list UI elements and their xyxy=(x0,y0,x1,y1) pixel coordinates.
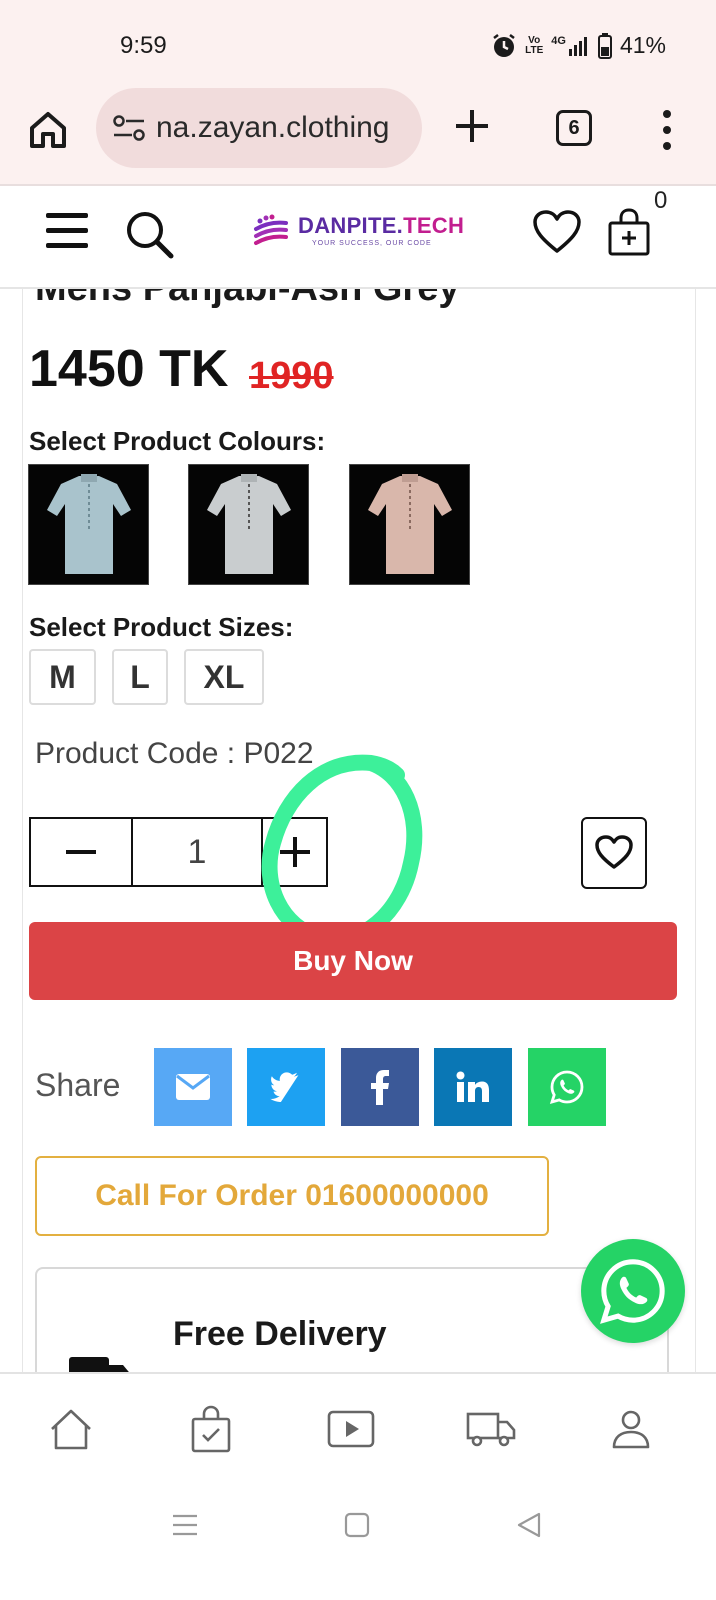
hamburger-menu-icon[interactable] xyxy=(46,211,90,251)
shopping-bag-icon xyxy=(191,1405,231,1453)
share-facebook-button[interactable] xyxy=(341,1048,419,1126)
product-details: Mens Panjabi-Ash Grey 1450 TK 1990 Selec… xyxy=(22,289,696,1399)
cart-count-badge: 0 xyxy=(654,187,668,214)
add-to-wishlist-button[interactable] xyxy=(581,817,647,889)
back-icon[interactable] xyxy=(514,1510,544,1540)
bottom-navigation xyxy=(0,1372,716,1488)
whatsapp-icon xyxy=(549,1070,584,1105)
quantity-increase-button[interactable] xyxy=(263,819,326,885)
browser-toolbar: na.zayan.clothing 6 xyxy=(0,86,716,186)
panjabi-shirt-icon xyxy=(367,473,452,574)
product-code: Product Code : P022 xyxy=(35,737,314,770)
size-option-l[interactable]: L xyxy=(112,649,168,705)
signal-icon: 4G xyxy=(551,35,590,57)
volte-indicator: Vo LTE xyxy=(525,34,544,56)
delivery-truck-icon xyxy=(466,1412,516,1447)
nav-video-button[interactable] xyxy=(326,1404,376,1454)
sizes-label: Select Product Sizes: xyxy=(29,612,294,642)
logo-name: DANPITE.TECH xyxy=(298,213,465,238)
call-for-order-button[interactable]: Call For Order 01600000000 xyxy=(35,1156,549,1236)
share-email-button[interactable] xyxy=(154,1048,232,1126)
battery-percent: 41% xyxy=(619,32,666,58)
system-navigation-bar xyxy=(0,1488,716,1600)
colours-label: Select Product Colours: xyxy=(29,426,326,456)
site-settings-icon[interactable] xyxy=(112,113,146,143)
search-icon[interactable] xyxy=(124,209,176,261)
colour-swatch-light-blue[interactable] xyxy=(28,464,149,585)
logo-mark-icon xyxy=(254,214,288,245)
more-menu-icon[interactable] xyxy=(658,108,676,152)
email-icon xyxy=(176,1074,210,1100)
buy-now-button[interactable]: Buy Now xyxy=(29,922,677,1000)
whatsapp-icon xyxy=(600,1259,665,1324)
quantity-input[interactable]: 1 xyxy=(133,819,263,885)
share-whatsapp-button[interactable] xyxy=(528,1048,606,1126)
wishlist-heart-icon[interactable] xyxy=(532,209,582,255)
share-twitter-button[interactable] xyxy=(247,1048,325,1126)
nav-orders-button[interactable] xyxy=(186,1404,236,1454)
heart-icon xyxy=(595,835,633,869)
video-icon xyxy=(327,1410,375,1448)
logo-tagline: YOUR SUCCESS, OUR CODE xyxy=(312,240,432,247)
minus-icon xyxy=(66,850,96,854)
nav-delivery-button[interactable] xyxy=(466,1404,516,1454)
product-title: Mens Panjabi-Ash Grey xyxy=(35,289,459,310)
delivery-title: Free Delivery xyxy=(173,1315,387,1353)
alarm-icon xyxy=(493,33,515,57)
status-icons: Vo LTE 4G 41% xyxy=(491,32,666,59)
colour-swatch-ash-grey[interactable] xyxy=(188,464,309,585)
android-home-icon[interactable] xyxy=(342,1510,372,1540)
recent-apps-icon[interactable] xyxy=(170,1510,200,1540)
nav-home-button[interactable] xyxy=(46,1404,96,1454)
linkedin-icon xyxy=(456,1071,489,1102)
panjabi-shirt-icon xyxy=(46,473,131,574)
colour-swatch-peach[interactable] xyxy=(349,464,470,585)
share-linkedin-button[interactable] xyxy=(434,1048,512,1126)
size-option-m[interactable]: M xyxy=(29,649,96,705)
status-time: 9:59 xyxy=(120,32,167,59)
cart-bag-icon[interactable] xyxy=(606,207,652,257)
size-option-xl[interactable]: XL xyxy=(184,649,264,705)
new-tab-icon[interactable] xyxy=(452,106,492,146)
site-header: DANPITE.TECH YOUR SUCCESS, OUR CODE 0 xyxy=(0,187,716,289)
current-price: 1450 TK xyxy=(29,340,229,398)
plus-icon xyxy=(279,837,310,867)
nav-account-button[interactable] xyxy=(606,1404,656,1454)
whatsapp-chat-button[interactable] xyxy=(581,1239,685,1343)
user-icon xyxy=(612,1410,650,1449)
home-icon xyxy=(51,1409,91,1450)
site-logo[interactable]: DANPITE.TECH YOUR SUCCESS, OUR CODE xyxy=(252,209,472,253)
quantity-decrease-button[interactable] xyxy=(31,819,133,885)
address-bar[interactable]: na.zayan.clothing xyxy=(96,88,422,168)
facebook-icon xyxy=(371,1070,389,1105)
url-text: na.zayan.clothing xyxy=(156,111,390,144)
status-bar: 9:59 Vo LTE 4G 41% xyxy=(0,0,716,86)
panjabi-shirt-icon xyxy=(206,473,291,574)
twitter-icon xyxy=(270,1072,299,1102)
share-label: Share xyxy=(35,1067,121,1103)
tab-switcher-button[interactable]: 6 xyxy=(556,110,592,146)
old-price: 1990 xyxy=(249,355,334,397)
quantity-stepper: 1 xyxy=(29,817,328,887)
battery-icon xyxy=(597,32,612,59)
browser-home-icon[interactable] xyxy=(26,108,70,152)
